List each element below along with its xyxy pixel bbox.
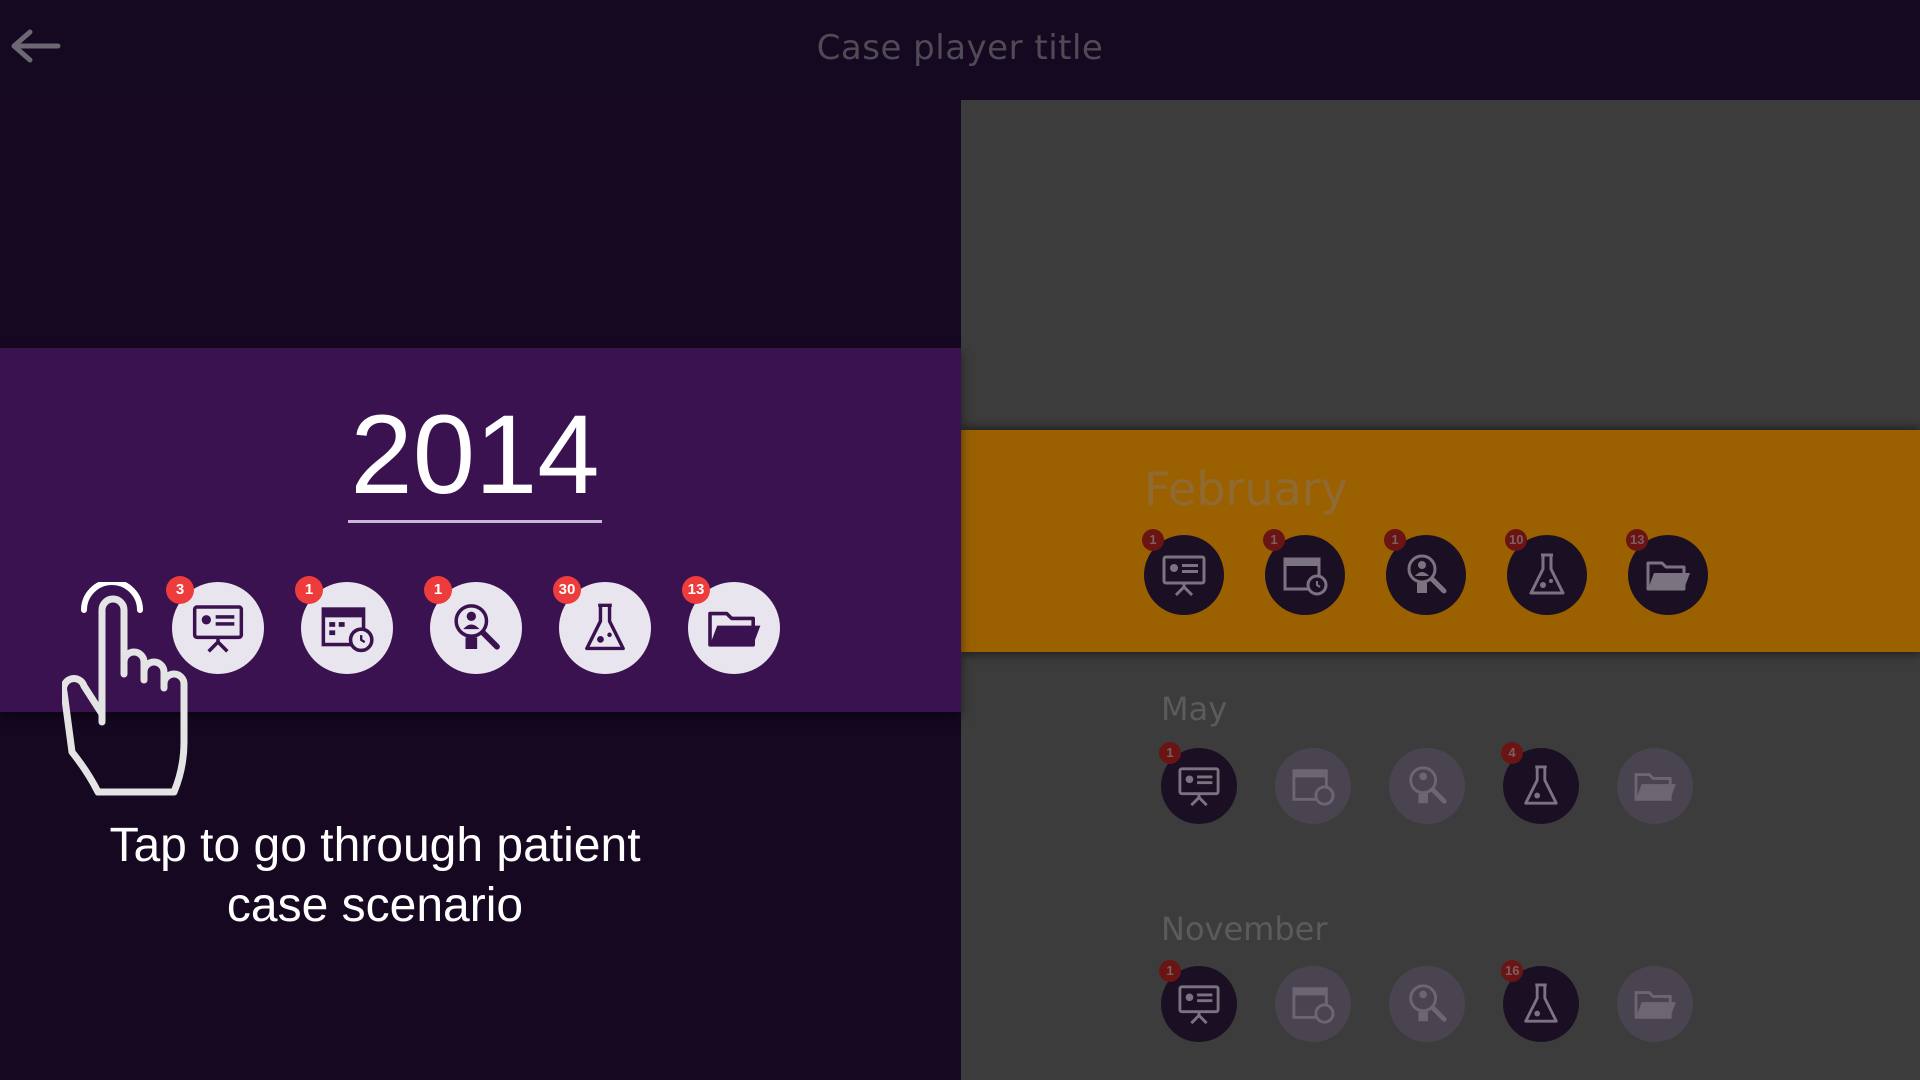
search-person-icon xyxy=(454,604,500,650)
timeline-panel: February 1 1 1 10 13 May 1 4 November 1 … xyxy=(961,100,1920,1080)
count-badge: 1 xyxy=(1159,742,1181,764)
folder-button[interactable]: 13 xyxy=(682,576,780,674)
count-badge: 1 xyxy=(424,576,452,604)
count-badge: 1 xyxy=(1142,529,1164,551)
search-person-icon[interactable] xyxy=(1389,966,1465,1042)
page-title: Case player title xyxy=(816,28,1104,68)
folder-icon[interactable] xyxy=(1617,748,1693,824)
year-title[interactable]: 2014 xyxy=(340,395,610,525)
flask-icon xyxy=(585,603,625,651)
tap-hint-line-2: case scenario xyxy=(226,879,524,932)
tap-hint-line-1: Tap to go through patient xyxy=(109,819,641,872)
calendar-clock-icon xyxy=(321,607,374,653)
count-badge: 1 xyxy=(1159,960,1181,982)
month-label-november: November xyxy=(1161,910,1328,948)
month-label-may: May xyxy=(1161,690,1228,728)
presentation-icon[interactable]: 1 xyxy=(1142,529,1224,615)
year-underline xyxy=(348,520,602,523)
search-person-icon[interactable]: 1 xyxy=(1384,529,1466,615)
count-badge: 10 xyxy=(1505,529,1528,551)
search-button[interactable]: 1 xyxy=(424,576,522,674)
calendar-button[interactable]: 1 xyxy=(295,576,393,674)
lab-button[interactable]: 30 xyxy=(553,576,651,674)
top-bar: Case player title xyxy=(0,0,1920,100)
count-badge: 13 xyxy=(682,576,710,604)
folder-icon[interactable]: 13 xyxy=(1626,529,1708,615)
count-badge: 1 xyxy=(1263,529,1285,551)
count-badge: 1 xyxy=(295,576,323,604)
flask-icon[interactable]: 16 xyxy=(1501,960,1579,1042)
count-badge: 4 xyxy=(1501,742,1523,764)
search-person-icon[interactable] xyxy=(1389,748,1465,824)
calendar-clock-icon[interactable]: 1 xyxy=(1263,529,1345,615)
presentation-icon[interactable]: 1 xyxy=(1159,960,1237,1042)
count-badge: 1 xyxy=(1384,529,1406,551)
calendar-clock-icon[interactable] xyxy=(1275,966,1351,1042)
count-badge: 13 xyxy=(1626,529,1649,551)
presentation-icon[interactable]: 1 xyxy=(1159,742,1237,824)
flask-icon[interactable]: 10 xyxy=(1505,529,1587,615)
flask-icon[interactable]: 4 xyxy=(1501,742,1579,824)
folder-icon[interactable] xyxy=(1617,966,1693,1042)
tap-hand-icon xyxy=(62,582,188,796)
folder-icon xyxy=(708,611,761,647)
tap-hint-text: Tap to go through patient case scenario xyxy=(60,816,690,936)
count-badge: 16 xyxy=(1501,960,1524,982)
calendar-clock-icon[interactable] xyxy=(1275,748,1351,824)
month-label-february: February xyxy=(1144,462,1348,516)
count-badge: 30 xyxy=(553,576,581,604)
